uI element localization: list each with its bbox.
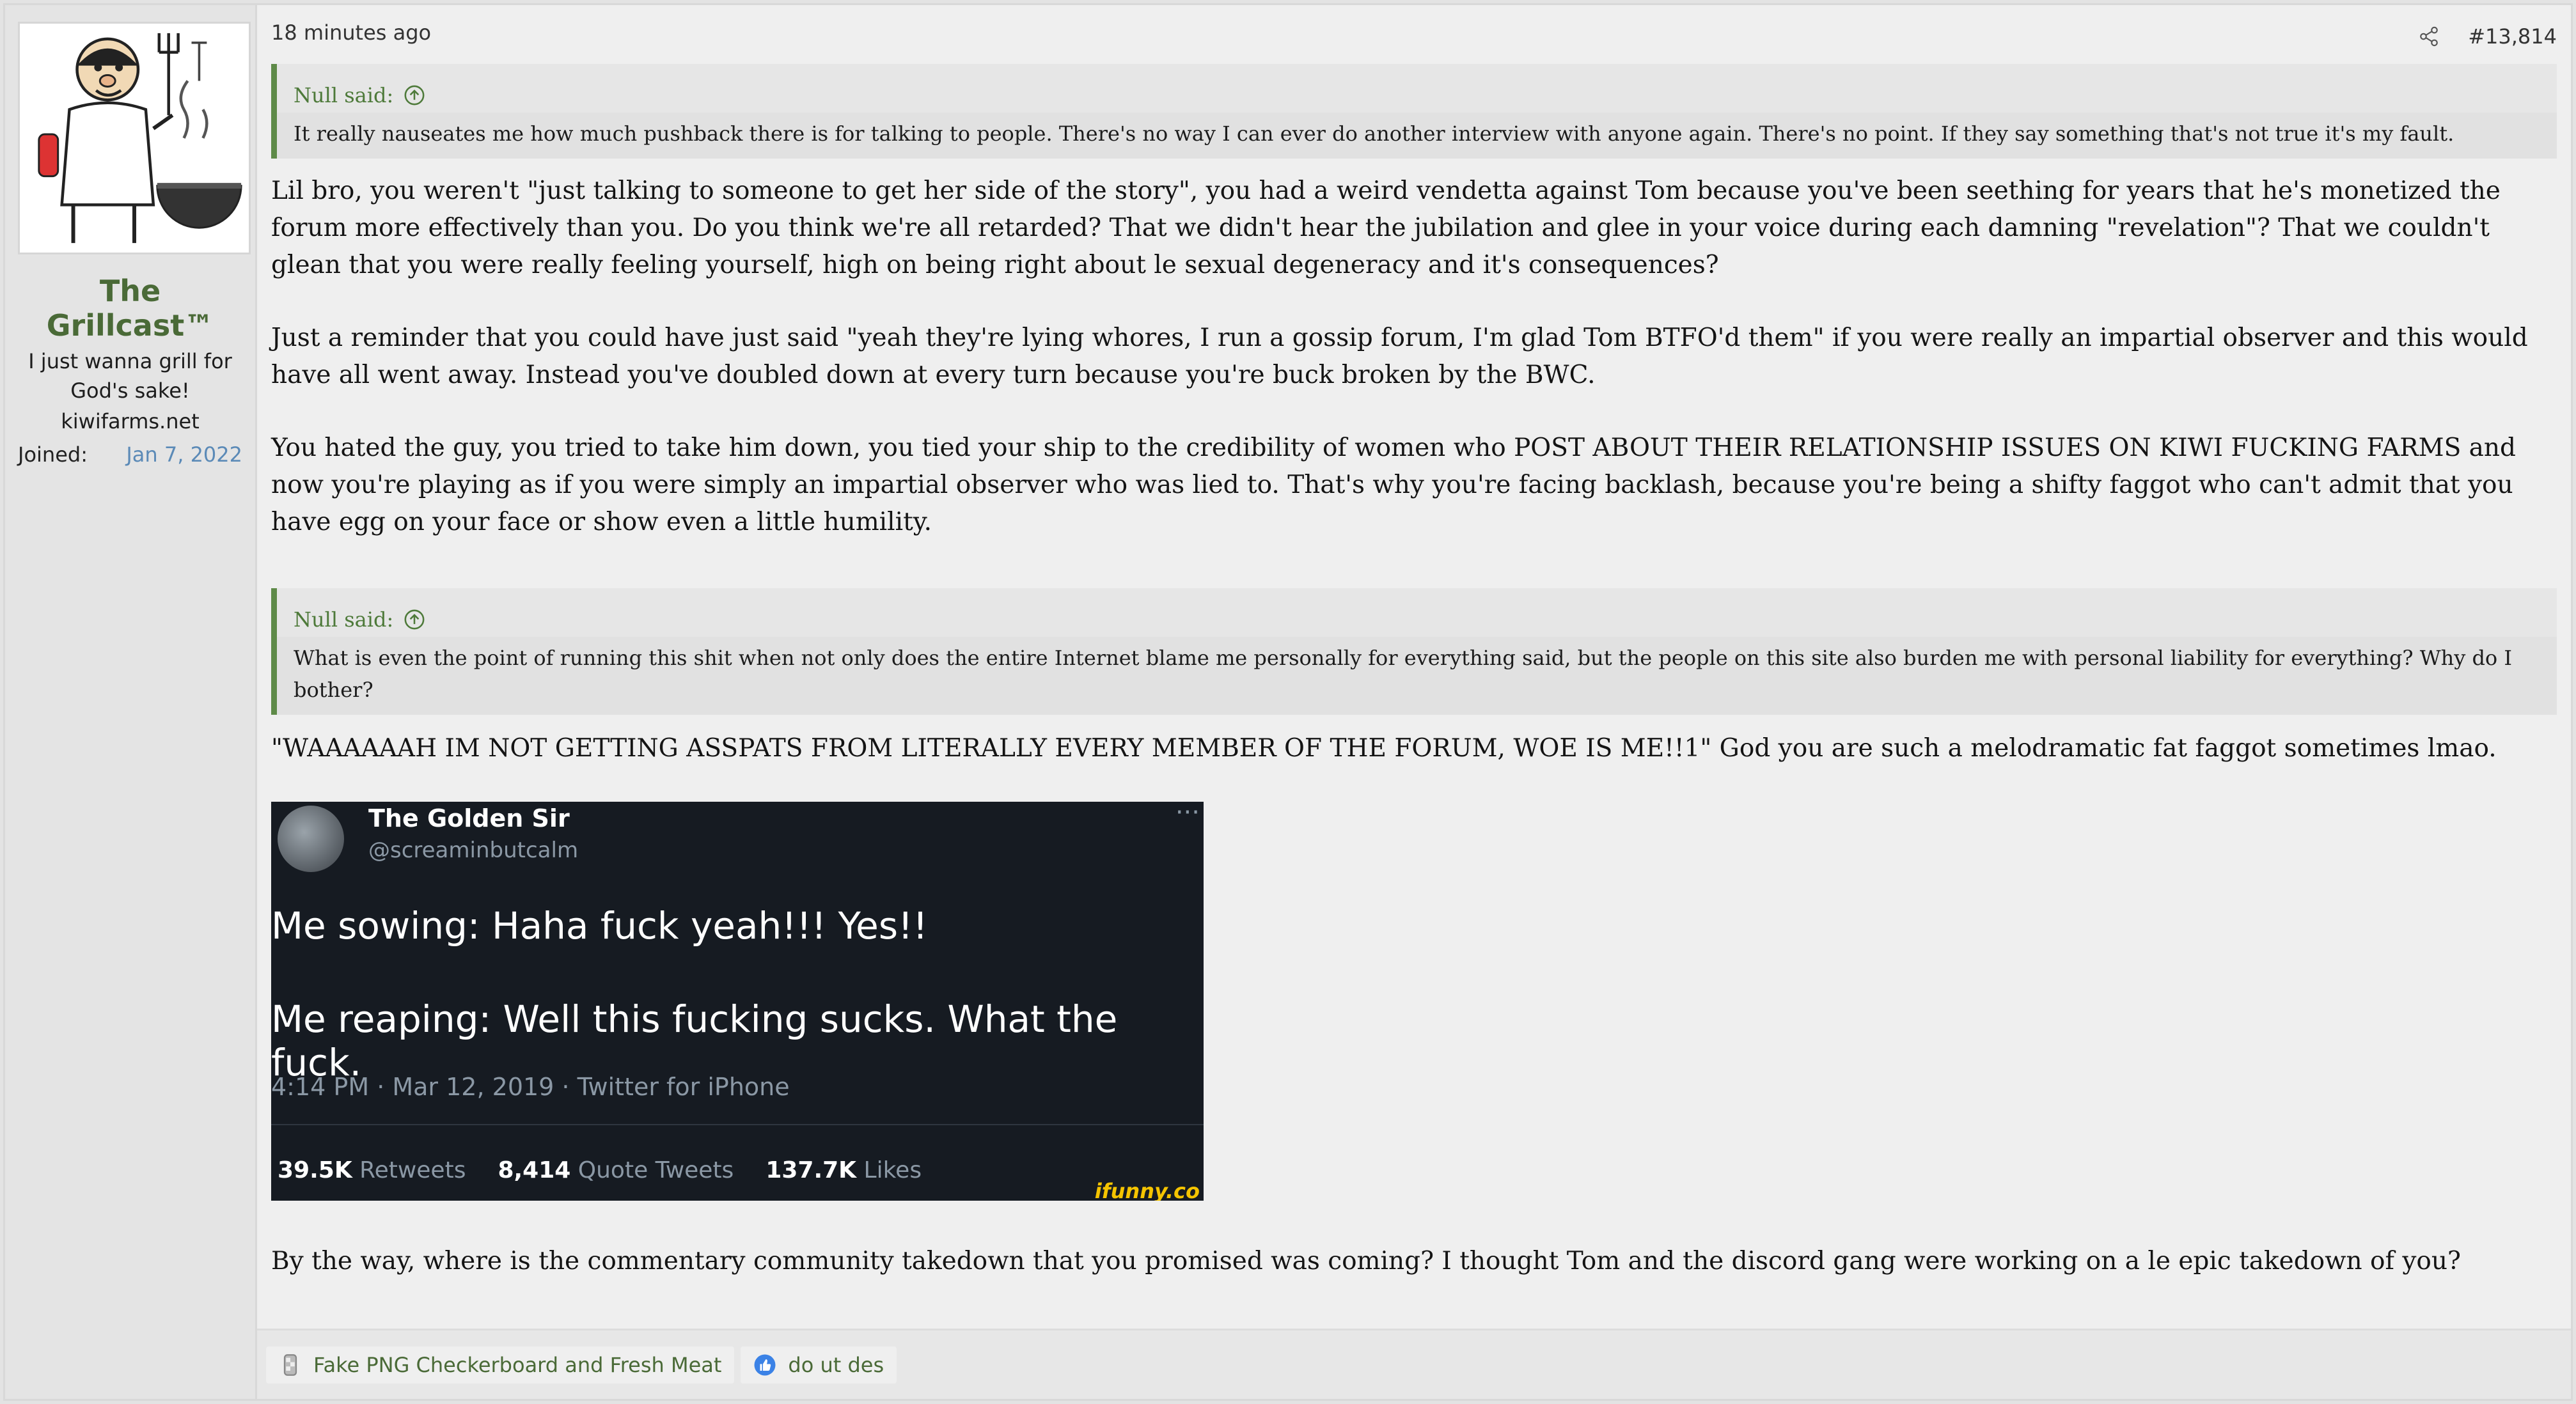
tweet-text-line: Me sowing: Haha fuck yeah!!! Yes!! <box>271 904 928 948</box>
like-count: 137.7K <box>766 1157 857 1183</box>
reaction-label: do ut des <box>788 1352 884 1377</box>
retweet-count: 39.5K <box>278 1157 352 1183</box>
post-paragraph: You hated the guy, you tried to take him… <box>271 433 2517 536</box>
share-icon[interactable] <box>2418 26 2440 47</box>
divider <box>271 1124 1204 1125</box>
thumbs-up-icon <box>754 1354 776 1375</box>
joined-row: Joined: Jan 7, 2022 <box>18 442 242 467</box>
arrow-up-circle-icon[interactable] <box>404 609 425 630</box>
quote-label: Quote Tweets <box>577 1157 734 1183</box>
like-label: Likes <box>863 1157 922 1183</box>
forum-post: The Grillcast™ I just wanna grill for Go… <box>3 3 2573 1401</box>
reactions-bar: Fake PNG Checkerboard and Fresh Meat do … <box>257 1329 2571 1399</box>
user-title: I just wanna grill for God's sake! <box>28 349 232 403</box>
quote-block: Null said: What is even the point of run… <box>271 588 2557 715</box>
quote-block: Null said: It really nauseates me how mu… <box>271 64 2557 159</box>
embedded-tweet-image[interactable]: The Golden Sir @screaminbutcalm ··· Me s… <box>271 802 1204 1201</box>
retweet-label: Retweets <box>359 1157 466 1183</box>
user-panel: The Grillcast™ I just wanna grill for Go… <box>5 5 257 1399</box>
post-paragraph: Just a reminder that you could have just… <box>271 324 2528 389</box>
tweet-handle: @screaminbutcalm <box>368 838 579 863</box>
reaction-label: Fake PNG Checkerboard and Fresh Meat <box>313 1352 722 1377</box>
quote-author[interactable]: Null said: <box>294 83 393 107</box>
post-timestamp[interactable]: 18 minutes ago <box>271 20 431 52</box>
post-meta: 18 minutes ago #13,814 <box>271 20 2557 52</box>
quote-count: 8,414 <box>498 1157 571 1183</box>
post-number[interactable]: #13,814 <box>2468 24 2557 49</box>
user-banner: kiwifarms.net <box>61 409 200 433</box>
tweet-text-line: Me reaping: Well this fucking sucks. Wha… <box>271 997 1118 1084</box>
post-main: 18 minutes ago #13,814 Null said: It rea… <box>257 5 2571 1399</box>
post-paragraph: By the way, where is the commentary comm… <box>271 1247 2461 1275</box>
post-paragraph: Lil bro, you weren't "just talking to so… <box>271 176 2501 279</box>
quote-text: It really nauseates me how much pushback… <box>277 113 2557 159</box>
username[interactable]: The Grillcast™ <box>18 274 242 343</box>
tweet-avatar <box>278 806 344 872</box>
arrow-up-circle-icon[interactable] <box>404 84 425 106</box>
tweet-stats: 39.5K Retweets 8,414 Quote Tweets 137.7K… <box>278 1157 922 1183</box>
tweet-timestamp: 4:14 PM · Mar 12, 2019 · Twitter for iPh… <box>271 1073 790 1101</box>
post-paragraph: "WAAAAAAH IM NOT GETTING ASSPATS FROM LI… <box>271 734 2497 763</box>
reaction-item[interactable]: Fake PNG Checkerboard and Fresh Meat <box>266 1346 735 1384</box>
reaction-item[interactable]: do ut des <box>741 1346 897 1384</box>
quote-header: Null said: <box>277 64 2557 113</box>
avatar[interactable] <box>18 22 251 254</box>
watermark: ifunny.co <box>1094 1179 1200 1201</box>
more-icon: ··· <box>1175 802 1200 827</box>
tweet-author-name: The Golden Sir <box>368 804 570 832</box>
joined-label: Joined: <box>18 442 88 467</box>
joined-date[interactable]: Jan 7, 2022 <box>126 442 242 467</box>
quote-header: Null said: <box>277 588 2557 637</box>
quote-author[interactable]: Null said: <box>294 607 393 632</box>
checkerboard-icon <box>283 1353 297 1376</box>
quote-text: What is even the point of running this s… <box>277 637 2557 715</box>
